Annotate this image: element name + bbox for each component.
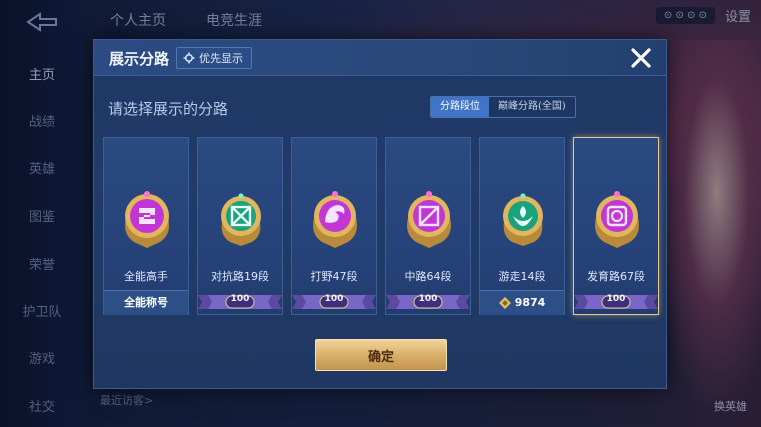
peak-score-icon [498, 296, 511, 309]
lane-card-clash[interactable]: 对抗路19段 100 [197, 137, 283, 315]
confirm-button[interactable]: 确定 [315, 339, 447, 371]
dialog-header: 展示分路 优先显示 [94, 40, 666, 76]
lane-display-dialog: 展示分路 优先显示 请选择展示的分路 分路段位 巅峰分路(全国) 全能高手 全能… [93, 39, 667, 389]
ribbon-value: 100 [324, 294, 344, 304]
card-label: 游走14段 [498, 270, 546, 283]
jungle-emblem-icon [313, 191, 357, 248]
priority-display-button[interactable]: 优先显示 [176, 47, 252, 69]
ribbon-value: 100 [230, 294, 250, 304]
star-ribbon: 100 [386, 293, 470, 311]
toggle-peak-lane[interactable]: 巅峰分路(全国) [489, 97, 575, 117]
card-footer: 全能称号 [104, 289, 188, 315]
card-footer: 100 [292, 290, 376, 314]
roam-emblem-icon [503, 193, 543, 246]
farm-lane-emblem-icon [595, 191, 639, 248]
dialog-subtitle: 请选择展示的分路 [108, 100, 229, 118]
card-footer: 100 [386, 290, 470, 314]
lane-mode-toggle: 分路段位 巅峰分路(全国) [430, 96, 576, 118]
lane-card-all-round[interactable]: 全能高手 全能称号 [103, 137, 189, 315]
score-badge: 9874 [480, 289, 564, 315]
close-icon [631, 48, 651, 68]
lane-card-farm[interactable]: 发育路67段 100 [573, 137, 659, 315]
title-badge: 全能称号 [104, 289, 188, 315]
ribbon-value: 100 [418, 294, 438, 304]
gear-icon [183, 52, 195, 64]
toggle-lane-rank[interactable]: 分路段位 [431, 97, 489, 117]
card-footer: 100 [574, 290, 658, 314]
star-ribbon: 100 [292, 293, 376, 311]
all-round-emblem-icon [125, 191, 169, 248]
mid-lane-emblem-icon [407, 191, 451, 248]
card-footer: 100 [198, 290, 282, 314]
lane-card-jungle[interactable]: 打野47段 100 [291, 137, 377, 315]
priority-display-label: 优先显示 [199, 52, 243, 65]
clash-lane-emblem-icon [221, 193, 261, 246]
lane-card-mid[interactable]: 中路64段 100 [385, 137, 471, 315]
card-label: 发育路67段 [587, 270, 645, 283]
card-label: 对抗路19段 [211, 270, 269, 283]
score-value: 9874 [514, 295, 546, 309]
card-footer: 9874 [480, 289, 564, 315]
dialog-title: 展示分路 [109, 50, 170, 68]
card-label: 全能高手 [124, 270, 168, 283]
card-label: 中路64段 [404, 270, 452, 283]
close-button[interactable] [626, 43, 656, 73]
ribbon-value: 100 [606, 294, 626, 304]
card-label: 打野47段 [310, 270, 358, 283]
star-ribbon: 100 [574, 293, 658, 311]
star-ribbon: 100 [198, 293, 282, 311]
lane-card-roam[interactable]: 游走14段 9874 [479, 137, 565, 315]
